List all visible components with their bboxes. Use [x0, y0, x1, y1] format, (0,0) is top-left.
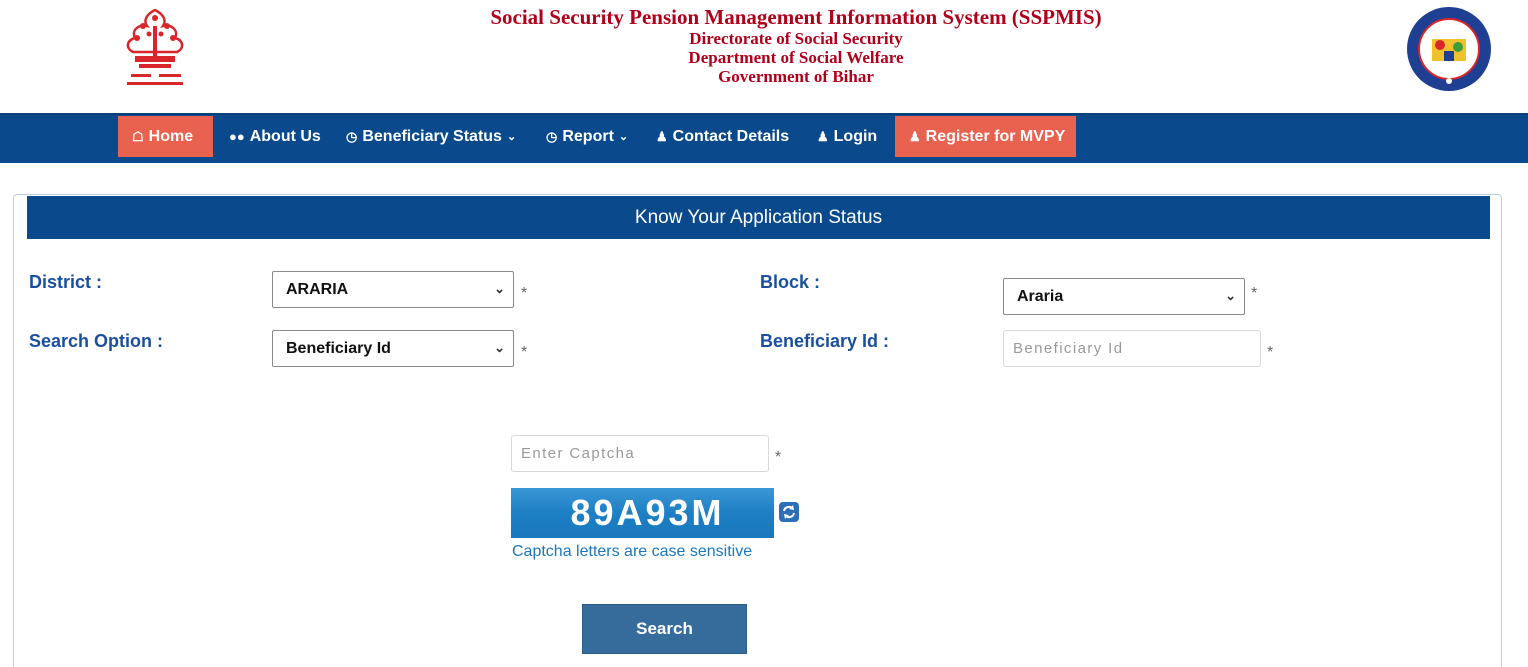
user-icon: ♟ [909, 128, 921, 144]
captcha-image: 89A93M [511, 488, 774, 538]
beneficiary-id-input[interactable]: Beneficiary Id [1003, 330, 1261, 367]
district-selected-value: ARARIA [286, 280, 349, 298]
district-label: District : [29, 272, 103, 292]
district-select[interactable]: ARARIA ⌄ [272, 271, 514, 308]
nav-contact-details-label: Contact Details [672, 127, 790, 145]
department-seal-icon [1407, 7, 1491, 91]
government-name: Government of Bihar [718, 67, 874, 86]
chevron-down-icon: ⌄ [618, 131, 629, 143]
chevron-down-icon: ⌄ [506, 131, 517, 143]
clock-icon: ◷ [346, 128, 358, 144]
search-button[interactable]: Search [582, 604, 747, 654]
required-mark: * [521, 344, 528, 361]
chevron-down-icon: ⌄ [494, 281, 505, 296]
department-name: Department of Social Welfare [688, 48, 904, 67]
required-mark: * [521, 285, 528, 302]
nav-report-label: Report [562, 127, 614, 145]
main-nav: ☖ Home ●● About Us ◷ Beneficiary Status … [0, 113, 1528, 163]
captcha-hint: Captcha letters are case sensitive [512, 543, 753, 560]
nav-about-us[interactable]: ●● About Us [215, 116, 335, 157]
block-selected-value: Araria [1017, 287, 1064, 305]
nav-contact-details[interactable]: ♟ Contact Details [642, 116, 803, 157]
nav-beneficiary-status[interactable]: ◷ Beneficiary Status ⌄ [332, 116, 530, 157]
site-title: Social Security Pension Management Infor… [490, 5, 1102, 29]
beneficiary-id-label: Beneficiary Id : [760, 331, 890, 351]
nav-beneficiary-status-label: Beneficiary Status [362, 127, 502, 145]
nav-login[interactable]: ♟ Login [803, 116, 891, 157]
site-header: Social Security Pension Management Infor… [0, 0, 1528, 113]
users-icon: ●● [229, 129, 245, 144]
chevron-down-icon: ⌄ [1225, 288, 1236, 303]
directorate-name: Directorate of Social Security [689, 29, 903, 48]
header-titles: Social Security Pension Management Infor… [0, 5, 1528, 87]
block-label: Block : [760, 272, 821, 292]
block-select[interactable]: Araria ⌄ [1003, 278, 1245, 315]
user-icon: ♟ [656, 128, 668, 144]
user-icon: ♟ [817, 128, 829, 144]
required-mark: * [1251, 285, 1258, 302]
nav-report[interactable]: ◷ Report ⌄ [532, 116, 642, 157]
nav-about-us-label: About Us [249, 127, 321, 145]
status-panel [13, 194, 1502, 667]
nav-home-label: Home [148, 127, 194, 145]
refresh-icon[interactable] [779, 502, 799, 522]
home-icon: ☖ [132, 128, 144, 144]
nav-login-label: Login [833, 127, 878, 145]
search-option-select[interactable]: Beneficiary Id ⌄ [272, 330, 514, 367]
search-option-label: Search Option : [29, 331, 164, 351]
required-mark: * [1267, 344, 1274, 361]
nav-register-mvpy-label: Register for MVPY [925, 127, 1066, 145]
clock-icon: ◷ [546, 128, 558, 144]
nav-home[interactable]: ☖ Home [118, 116, 213, 157]
search-option-selected-value: Beneficiary Id [286, 339, 391, 357]
captcha-input[interactable]: Enter Captcha [511, 435, 769, 472]
required-mark: * [775, 449, 782, 466]
panel-heading: Know Your Application Status [27, 196, 1490, 239]
chevron-down-icon: ⌄ [494, 340, 505, 355]
nav-register-mvpy[interactable]: ♟ Register for MVPY [895, 116, 1076, 157]
